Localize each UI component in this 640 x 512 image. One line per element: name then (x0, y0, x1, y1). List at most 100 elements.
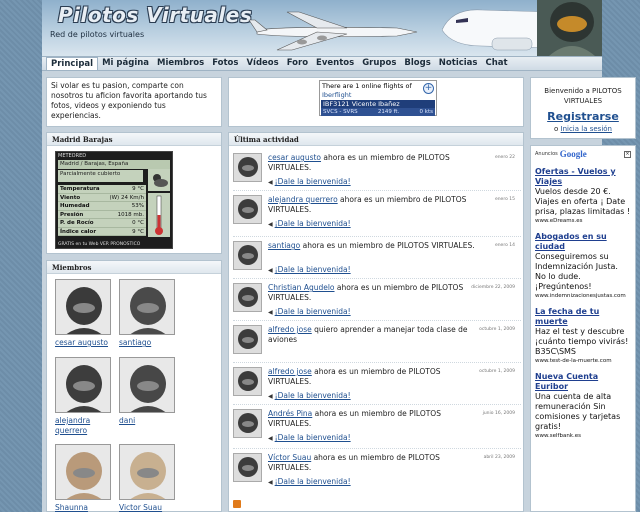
welcome-link[interactable]: ¡Dale la bienvenida! (268, 391, 428, 400)
weather-label: Temperatura (60, 186, 100, 192)
avatar[interactable] (233, 325, 262, 354)
site-header: Pilotos Virtuales Red de pilotos virtual… (42, 0, 602, 56)
member-name[interactable]: Victor Suau (119, 503, 177, 512)
avatar[interactable] (119, 444, 175, 500)
activity-text: Andrés Pina ahora es un miembro de PILOT… (268, 409, 478, 429)
activity-date: enero 14 (494, 243, 515, 248)
welcome-link[interactable]: ¡Dale la bienvenida! (268, 219, 428, 228)
weather-brand: METEORED (58, 153, 87, 159)
member-card[interactable]: cesar augusto (55, 279, 113, 348)
avatar[interactable] (55, 444, 111, 500)
nav-item-10[interactable]: Chat (481, 57, 511, 70)
ad-title[interactable]: La fecha de tu muerte (535, 307, 631, 327)
member-name[interactable]: Shaunna (55, 503, 113, 512)
login-line: o Inicia la sesión (531, 125, 635, 133)
online-flights-box: There are 1 online flights of Iberflight… (228, 77, 524, 127)
weather-widget: Madrid Barajas METEORED Madrid / Barajas… (46, 132, 222, 254)
avatar[interactable] (233, 241, 262, 270)
weather-value: (W) 24 Km/h (109, 194, 144, 201)
nav-item-5[interactable]: Foro (283, 57, 312, 70)
member-name[interactable]: cesar augusto (55, 338, 113, 348)
member-card[interactable]: Shaunna (55, 444, 113, 512)
site-logo[interactable]: Pilotos Virtuales (58, 3, 252, 27)
nav-item-6[interactable]: Eventos (312, 57, 358, 70)
member-name[interactable]: dani (119, 416, 177, 426)
activity-text: Víctor Suau ahora es un miembro de PILOT… (268, 453, 478, 473)
ad-title[interactable]: Abogados en su ciudad (535, 232, 631, 252)
ad-url[interactable]: www.test-de-la-muerte.com (535, 358, 631, 364)
ad-url[interactable]: www.eDreams.es (535, 218, 631, 224)
ad-url[interactable]: www.selfbank.es (535, 433, 631, 439)
rss-icon[interactable] (233, 500, 241, 508)
ad-choices-icon[interactable]: × (624, 150, 631, 158)
activity-text: Christian Agudelo ahora es un miembro de… (268, 283, 478, 303)
register-link[interactable]: Registrarse (531, 110, 635, 123)
weather-label: P. de Rocío (60, 220, 94, 226)
activity-user-link[interactable]: alfredo jose (268, 325, 312, 334)
nav-item-1[interactable]: Mi página (98, 57, 153, 70)
online-flights-widget[interactable]: There are 1 online flights of Iberflight… (319, 80, 437, 116)
nav-item-4[interactable]: Vídeos (242, 57, 282, 70)
weather-value: 1018 mb. (117, 211, 144, 218)
activity-user-link[interactable]: Christian Agudelo (268, 283, 335, 292)
members-title: Miembros (47, 261, 221, 274)
weather-footer[interactable]: GRATIS en tu Web VER PRONOSTICO (58, 242, 140, 247)
nav-item-2[interactable]: Miembros (153, 57, 208, 70)
activity-divider (233, 320, 521, 321)
activity-user-link[interactable]: alejandra querrero (268, 195, 338, 204)
activity-date: abril 23, 2009 (483, 455, 515, 460)
weather-panel[interactable]: METEORED Madrid / Barajas, España Parcia… (55, 151, 173, 249)
ad-body: Una cuenta de alta remuneración Sin comi… (535, 392, 621, 431)
avatar[interactable] (233, 195, 262, 224)
welcome-link[interactable]: ¡Dale la bienvenida! (268, 477, 428, 486)
nav-item-3[interactable]: Fotos (208, 57, 242, 70)
member-card[interactable]: santiago (119, 279, 177, 348)
login-link[interactable]: Inicia la sesión (561, 125, 612, 133)
activity-message: ahora es un miembro de PILOTOS VIRTUALES… (300, 241, 475, 250)
nav-item-9[interactable]: Noticias (435, 57, 482, 70)
weather-label: Humedad (60, 203, 90, 209)
member-card[interactable]: dani (119, 357, 177, 426)
member-card[interactable]: alejandra querrero (55, 357, 113, 436)
avatar[interactable] (55, 357, 111, 413)
thermometer-icon (148, 193, 170, 237)
ad-url[interactable]: www.indemnizacionesjustas.com (535, 293, 631, 299)
google-logo[interactable]: Google (560, 149, 587, 159)
welcome-link[interactable]: ¡Dale la bienvenida! (268, 265, 428, 274)
member-card[interactable]: Victor Suau (119, 444, 177, 512)
iberflight-link[interactable]: Iberflight (320, 91, 436, 99)
avatar[interactable] (119, 357, 175, 413)
member-name[interactable]: alejandra querrero (55, 416, 113, 436)
welcome-link[interactable]: ¡Dale la bienvenida! (268, 307, 428, 316)
activity-user-link[interactable]: alfredo jose (268, 367, 312, 376)
activity-date: enero 22 (494, 155, 515, 160)
plus-icon[interactable]: + (423, 83, 434, 94)
activity-user-link[interactable]: cesar augusto (268, 153, 321, 162)
activity-divider (233, 278, 521, 279)
avatar[interactable] (233, 283, 262, 312)
member-name[interactable]: santiago (119, 338, 177, 348)
activity-date: junio 16, 2009 (482, 411, 515, 416)
flight-details: SVCS - SVRS 2149 ft. 0 kts (321, 108, 435, 116)
avatar[interactable] (119, 279, 175, 335)
welcome-link[interactable]: ¡Dale la bienvenida! (268, 433, 428, 442)
nav-item-8[interactable]: Blogs (400, 57, 434, 70)
activity-user-link[interactable]: Andrés Pina (268, 409, 312, 418)
avatar[interactable] (233, 409, 262, 438)
nav-item-0[interactable]: Principal (46, 57, 99, 70)
weather-label: Viento (60, 194, 81, 201)
avatar[interactable] (55, 279, 111, 335)
nav-item-7[interactable]: Grupos (358, 57, 400, 70)
flight-distance: 2149 ft. (377, 109, 400, 115)
ad-title[interactable]: Ofertas - Vuelos y Viajes (535, 167, 631, 187)
welcome-link[interactable]: ¡Dale la bienvenida! (268, 177, 428, 186)
activity-user-link[interactable]: santiago (268, 241, 300, 250)
activity-text: cesar augusto ahora es un miembro de PIL… (268, 153, 478, 173)
page-container: Pilotos Virtuales Red de pilotos virtual… (42, 0, 636, 512)
avatar[interactable] (233, 153, 262, 182)
avatar[interactable] (233, 367, 262, 396)
activity-user-link[interactable]: Víctor Suau (268, 453, 311, 462)
flight-row[interactable]: IBF3121 Vicente Ibañez (321, 100, 435, 108)
avatar[interactable] (233, 453, 262, 482)
ad-title[interactable]: Nueva Cuenta Euribor (535, 372, 631, 392)
